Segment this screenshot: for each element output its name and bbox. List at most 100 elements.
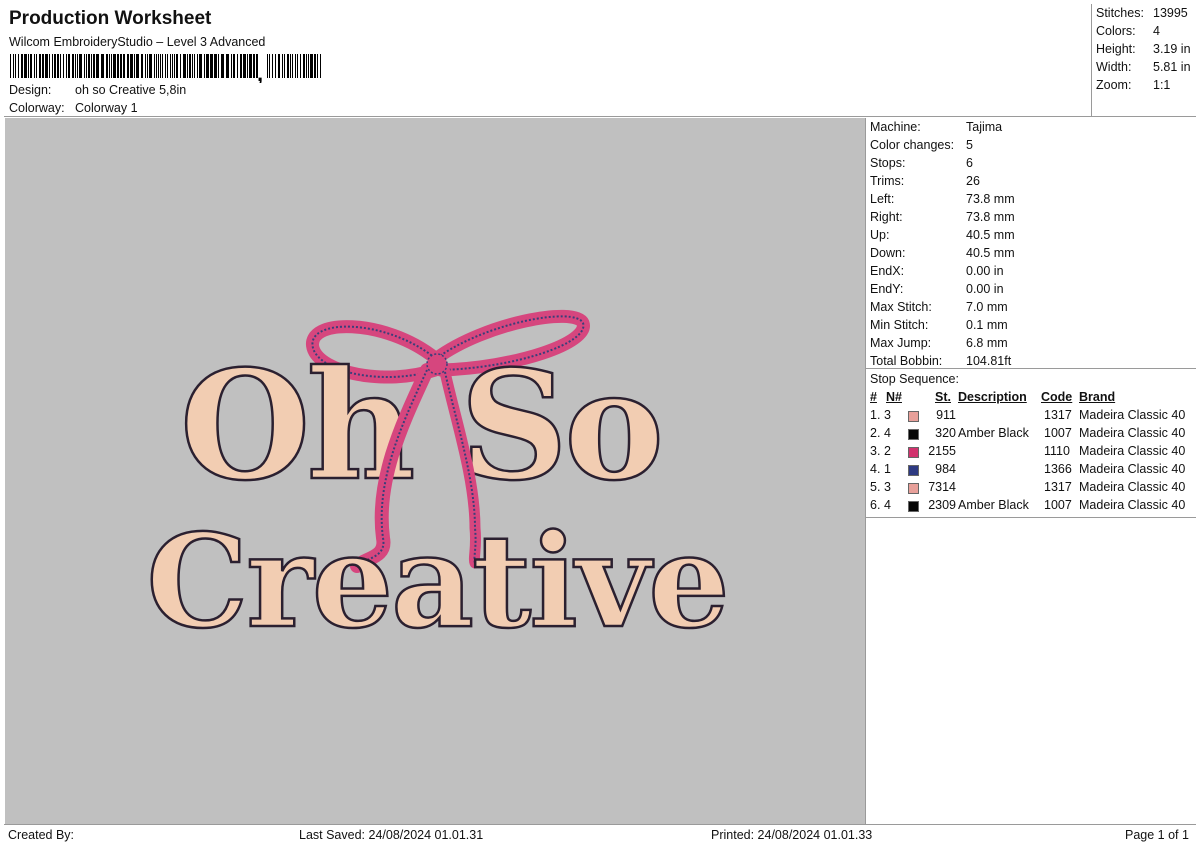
machine-info-value: 73.8 mm [966, 192, 1015, 206]
table-row: 6. 4 2309 Amber Black 1007 Madeira Classic 40 [870, 498, 1196, 516]
machine-info-value: Tajima [966, 120, 1003, 134]
machine-info-label: Total Bobbin: [870, 354, 943, 368]
barcode-bar [172, 54, 173, 78]
machine-info-value: 73.8 mm [966, 210, 1015, 224]
col-header-n: N# [886, 390, 902, 404]
barcode-bar [303, 54, 305, 78]
barcode-bar [247, 54, 248, 78]
machine-info-value: 0.00 in [966, 282, 1004, 296]
col-header-description: Description [958, 390, 1027, 404]
stop-needle: 3 [884, 480, 891, 494]
stop-num: 4. [870, 462, 881, 476]
summary-row: Stitches: 13995 [1096, 6, 1196, 24]
barcode-bar [134, 54, 135, 78]
machine-info-label: Left: [870, 192, 895, 206]
barcode-bar [183, 54, 186, 78]
barcode-bar [136, 54, 139, 78]
stop-needle: 3 [884, 408, 891, 422]
barcode-bar [149, 54, 152, 78]
barcode-bar [300, 54, 301, 78]
barcode-bar [88, 54, 90, 78]
machine-info-row: Machine: Tajima [870, 120, 1190, 138]
machine-info-label: Max Jump: [870, 336, 932, 350]
machine-info-value: 0.1 mm [966, 318, 1008, 332]
machine-info-value: 40.5 mm [966, 228, 1015, 242]
summary-label: Height: [1096, 42, 1136, 56]
summary-label: Stitches: [1096, 6, 1144, 20]
worksheet-footer: Created By: Last Saved: 24/08/2024 01.01… [4, 824, 1196, 844]
col-header-brand: Brand [1079, 390, 1116, 404]
barcode-bar [156, 54, 157, 78]
col-header-num: # [870, 390, 877, 404]
stop-sequence-table: Stop Sequence: # N# St. Description Code… [866, 368, 1196, 518]
machine-info-label: Max Stitch: [870, 300, 932, 314]
stop-brand: Madeira Classic 40 [1079, 498, 1186, 512]
barcode-bar [63, 54, 64, 78]
created-by: Created By: [8, 828, 75, 842]
table-row: 2. 4 320 Amber Black 1007 Madeira Classic 40 [870, 426, 1196, 444]
barcode-bar [233, 54, 235, 78]
stop-brand: Madeira Classic 40 [1079, 444, 1186, 458]
barcode-bar [297, 54, 298, 78]
color-swatch [908, 501, 919, 512]
barcode-bar [176, 54, 178, 78]
barcode-bar [187, 54, 188, 78]
barcode-bar [165, 54, 166, 78]
table-row: 3. 2 2155 1110 Madeira Classic 40 [870, 444, 1196, 462]
barcode-bar [147, 54, 148, 78]
ribbon-knot [426, 353, 448, 375]
barcode-bar [278, 54, 280, 78]
barcode-bar [91, 54, 92, 78]
barcode-bar [109, 54, 110, 78]
stop-code: 1007 [1044, 426, 1072, 440]
stop-code: 1366 [1044, 462, 1072, 476]
machine-info-row: Max Stitch: 7.0 mm [870, 300, 1190, 318]
barcode-bar [199, 54, 202, 78]
stop-sequence-title: Stop Sequence: [870, 372, 959, 386]
barcode-bar [170, 54, 171, 78]
color-swatch [908, 429, 919, 440]
summary-value: 4 [1153, 24, 1160, 38]
barcode-icon: , [10, 54, 321, 83]
barcode-bar [226, 54, 229, 78]
machine-info-label: Machine: [870, 120, 921, 134]
colorway-label: Colorway: [9, 101, 65, 115]
stop-num: 5. [870, 480, 881, 494]
summary-value: 3.19 in [1153, 42, 1191, 56]
printed-date: Printed: 24/08/2024 01.01.33 [711, 828, 873, 842]
barcode-bar [180, 54, 181, 78]
barcode-bar [272, 54, 273, 78]
stop-code: 1007 [1044, 498, 1072, 512]
embroidery-design-svg: Oh So Creative [145, 309, 731, 658]
stop-stitches: 7314 [928, 480, 956, 494]
barcode-bar [21, 54, 23, 78]
machine-info-value: 40.5 mm [966, 246, 1015, 260]
design-text-line2: Creative [146, 507, 727, 657]
barcode-bar [320, 54, 321, 78]
barcode-bar [145, 54, 146, 78]
machine-info-value: 6.8 mm [966, 336, 1008, 350]
barcode-bar [79, 54, 82, 78]
barcode-bar [101, 54, 104, 78]
stop-brand: Madeira Classic 40 [1079, 480, 1186, 494]
barcode-bar [68, 54, 70, 78]
stop-stitches: 911 [936, 408, 956, 422]
barcode-bar [204, 54, 205, 78]
barcode-bar [10, 54, 11, 78]
barcode-bar [249, 54, 252, 78]
barcode-bar [15, 54, 16, 78]
barcode-bar [284, 54, 285, 78]
barcode-bar [231, 54, 232, 78]
stop-code: 1317 [1044, 480, 1072, 494]
barcode-bar [130, 54, 133, 78]
barcode-bar [93, 54, 95, 78]
barcode-bar [290, 54, 291, 78]
stop-needle: 1 [884, 462, 891, 476]
summary-value: 1:1 [1153, 78, 1171, 92]
worksheet-header: Production Worksheet Wilcom EmbroiderySt… [4, 4, 1092, 117]
barcode-bar [39, 54, 41, 78]
machine-info-value: 5 [966, 138, 973, 152]
machine-info-row: Left: 73.8 mm [870, 192, 1190, 210]
design-value: oh so Creative 5,8in [75, 83, 187, 97]
summary-row: Height: 3.19 in [1096, 42, 1196, 60]
